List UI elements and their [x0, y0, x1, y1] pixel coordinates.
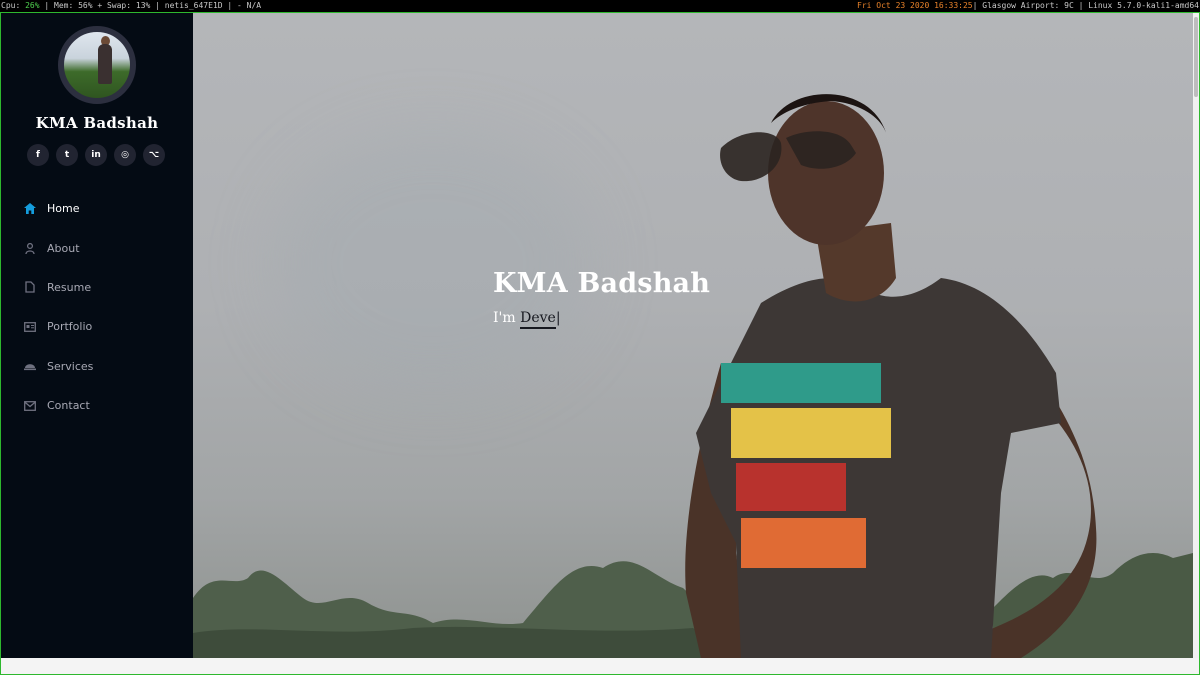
nav-item-about[interactable]: About — [1, 228, 193, 267]
nav-label-home: Home — [47, 202, 80, 216]
linkedin-icon[interactable]: in — [85, 144, 107, 166]
scrollbar-thumb[interactable] — [1194, 17, 1198, 97]
github-icon[interactable]: ⌥ — [143, 144, 165, 166]
hero-title: KMA Badshah — [493, 268, 711, 299]
avatar-figure — [98, 44, 112, 84]
server-icon — [23, 359, 37, 373]
status-datetime: Fri Oct 23 2020 16:33:25 — [857, 1, 973, 10]
nav-label-portfolio: Portfolio — [47, 320, 93, 334]
hero-subtitle-prefix: I'm — [493, 310, 521, 326]
page-scrollbar[interactable] — [1193, 13, 1199, 658]
status-left: Cpu: 26% | Mem: 56% + Swap: 13% | netis_… — [1, 0, 261, 11]
user-icon — [23, 241, 37, 255]
status-right: Fri Oct 23 2020 16:33:25| Glasgow Airpor… — [857, 0, 1199, 11]
hero-person-image — [685, 94, 1097, 658]
envelope-icon — [23, 399, 37, 413]
nav-label-resume: Resume — [47, 280, 92, 294]
profile-name[interactable]: KMA Badshah — [1, 114, 193, 132]
status-left-rest: | Mem: 56% + Swap: 13% | netis_647E1D | … — [39, 1, 262, 10]
book-content-icon — [23, 320, 37, 334]
nav-item-services[interactable]: Services — [1, 347, 193, 386]
nav-label-contact: Contact — [47, 399, 90, 413]
nav-item-home[interactable]: Home — [1, 189, 193, 228]
twitter-icon[interactable]: t — [56, 144, 78, 166]
typing-cursor: | — [555, 310, 561, 326]
status-right-rest: | Glasgow Airport: 9C | Linux 5.7.0-kali… — [972, 1, 1199, 10]
sidebar: KMA Badshah f t in ◎ ⌥ Home About Resume… — [1, 13, 193, 658]
nav-item-contact[interactable]: Contact — [1, 386, 193, 425]
file-icon — [23, 280, 37, 294]
social-links: f t in ◎ ⌥ — [27, 144, 165, 166]
profile-avatar — [58, 26, 136, 104]
home-icon — [23, 202, 37, 216]
hero-section: KMA Badshah I'm Deve| — [193, 13, 1193, 658]
hero-typed-text: Deve — [520, 310, 556, 329]
sidebar-nav: Home About Resume Portfolio Services Con… — [1, 189, 193, 425]
cpu-value: 26% — [25, 1, 40, 10]
nav-label-about: About — [47, 241, 80, 255]
hero-sky-haze — [273, 133, 593, 393]
nav-item-resume[interactable]: Resume — [1, 268, 193, 307]
nav-item-portfolio[interactable]: Portfolio — [1, 307, 193, 346]
cpu-label: Cpu: — [1, 1, 26, 10]
facebook-icon[interactable]: f — [27, 144, 49, 166]
browser-window: KMA Badshah f t in ◎ ⌥ Home About Resume… — [0, 12, 1200, 675]
hero-subtitle: I'm Deve| — [493, 310, 561, 329]
nav-label-services: Services — [47, 359, 94, 373]
bottom-strip — [1, 658, 1199, 674]
instagram-icon[interactable]: ◎ — [114, 144, 136, 166]
system-status-bar: Cpu: 26% | Mem: 56% + Swap: 13% | netis_… — [0, 0, 1200, 11]
